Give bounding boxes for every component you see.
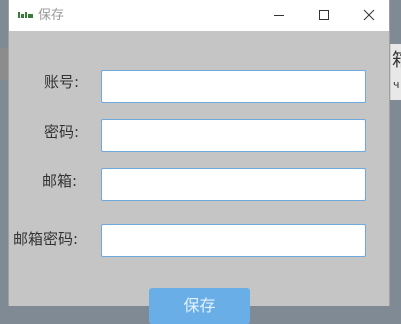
account-label: 账号: <box>44 73 80 91</box>
background-app-panel-left <box>0 48 8 80</box>
save-dialog: 保存 账号: 密码: 邮箱: 邮箱密码: 保存 <box>8 0 390 324</box>
password-label: 密码: <box>44 123 80 141</box>
title-bar[interactable]: 保存 <box>9 0 389 31</box>
email-password-label: 邮箱密码: <box>13 230 79 248</box>
background-glyph: 箱 <box>392 50 401 72</box>
minimize-icon <box>273 6 285 25</box>
background-app-panel-right: 箱 ч <box>390 44 401 100</box>
maximize-button[interactable] <box>302 0 346 31</box>
account-input[interactable] <box>101 70 366 103</box>
email-password-input[interactable] <box>101 224 366 257</box>
window-title: 保存 <box>38 8 65 23</box>
save-button[interactable]: 保存 <box>149 288 250 324</box>
close-button[interactable] <box>347 0 391 31</box>
email-label: 邮箱: <box>42 172 78 190</box>
email-input[interactable] <box>101 168 366 201</box>
app-icon <box>18 11 34 19</box>
close-icon <box>363 6 375 25</box>
background-glyph-small: ч <box>393 78 400 91</box>
password-input[interactable] <box>101 119 366 152</box>
minimize-button[interactable] <box>257 0 301 31</box>
maximize-icon <box>318 6 330 25</box>
